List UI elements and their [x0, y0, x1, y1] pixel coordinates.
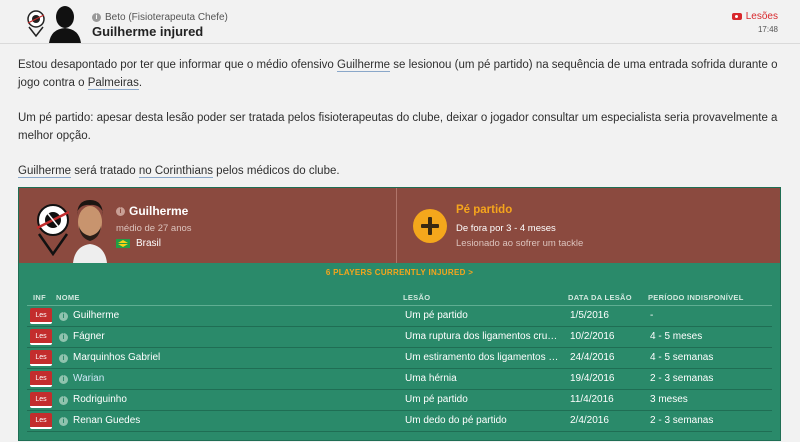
player-name-label[interactable]: Guilherme: [129, 204, 188, 218]
period-cell: 4 - 5 meses: [650, 331, 703, 342]
club-link[interactable]: no Corinthians: [138, 165, 213, 178]
injury-cell: Um pé partido: [405, 394, 468, 405]
medical-cross-icon: [413, 209, 447, 243]
date-cell: 2/4/2016: [570, 415, 609, 426]
message-paragraph-3: Guilherme será tratado no Corinthians pe…: [18, 162, 783, 180]
table-row[interactable]: Les i Rodriguinho Um pé partido 11/4/201…: [27, 390, 772, 411]
period-cell: 4 - 5 semanas: [650, 352, 714, 363]
injury-cell: Um dedo do pé partido: [405, 415, 507, 426]
sender-avatar: [49, 6, 81, 43]
message-header: i Beto (Fisioterapeuta Chefe) Guilherme i…: [0, 0, 800, 44]
injured-players-link[interactable]: 6 PLAYERS CURRENTLY INJURED >: [19, 268, 780, 277]
period-cell: 3 meses: [650, 394, 688, 405]
text: Estou desapontado por ter que informar q…: [18, 59, 338, 71]
injury-badge[interactable]: Les: [30, 371, 52, 387]
period-cell: 2 - 3 semanas: [650, 415, 714, 426]
brazil-flag-icon: [116, 239, 130, 248]
player-link[interactable]: Guilherme: [337, 59, 391, 72]
info-icon: i: [92, 12, 101, 22]
player-nationality: Brasil: [116, 238, 161, 249]
message-paragraph-1: Estou desapontado por ter que informar q…: [18, 56, 783, 92]
player-name-cell[interactable]: Renan Guedes: [73, 415, 393, 426]
table-row[interactable]: Les i Warian Uma hérnia 19/4/2016 2 - 3 …: [27, 369, 772, 390]
club-link[interactable]: Palmeiras: [87, 77, 139, 90]
injury-badge[interactable]: Les: [30, 329, 52, 345]
nationality-label: Brasil: [136, 238, 162, 249]
table-row[interactable]: Les i Fágner Uma ruptura dos ligamentos …: [27, 327, 772, 348]
info-icon[interactable]: i: [59, 375, 68, 384]
info-icon[interactable]: i: [59, 417, 68, 426]
divider: [396, 188, 397, 263]
column-header-data[interactable]: DATA DA LESÃO: [568, 293, 632, 302]
info-icon[interactable]: i: [59, 354, 68, 363]
table-row[interactable]: Les i Renan Guedes Um dedo do pé partido…: [27, 411, 772, 432]
period-cell: 2 - 3 semanas: [650, 373, 714, 384]
injury-badge[interactable]: Les: [30, 392, 52, 408]
info-icon[interactable]: i: [59, 333, 68, 342]
club-crest-icon: [27, 10, 45, 37]
message-subject: Guilherme injured: [92, 24, 204, 39]
info-icon[interactable]: i: [59, 396, 68, 405]
table-row[interactable]: Les i Marquinhos Gabriel Um estiramento …: [27, 348, 772, 369]
injury-cell: Um pé partido: [405, 310, 468, 321]
injury-cell: Uma hérnia: [405, 373, 457, 384]
injury-panel: i Guilherme médio de 27 anos Brasil Pé pa…: [18, 187, 781, 441]
player-name-cell[interactable]: Warian: [73, 373, 393, 384]
category-tag[interactable]: Lesões: [731, 11, 778, 22]
injury-badge[interactable]: Les: [30, 308, 52, 324]
tag-icon: [731, 13, 742, 20]
injury-cause: Lesionado ao sofrer um tackle: [456, 238, 584, 249]
sender-line[interactable]: i Beto (Fisioterapeuta Chefe): [92, 12, 228, 23]
date-cell: 11/4/2016: [570, 394, 614, 405]
player-name-cell[interactable]: Guilherme: [73, 310, 393, 321]
message-time: 17:48: [757, 25, 778, 34]
sender-name[interactable]: Beto (Fisioterapeuta Chefe): [105, 12, 228, 23]
player-name[interactable]: i Guilherme: [116, 204, 188, 218]
injury-cell: Uma ruptura dos ligamentos cruz...: [405, 331, 560, 342]
player-photo: [69, 196, 111, 263]
text: será tratado: [71, 165, 139, 177]
player-name-cell[interactable]: Marquinhos Gabriel: [73, 352, 393, 363]
injury-badge[interactable]: Les: [30, 413, 52, 429]
column-header-periodo[interactable]: PERÍODO INDISPONÍVEL: [648, 293, 744, 302]
player-description: médio de 27 anos: [116, 223, 192, 234]
info-icon[interactable]: i: [59, 312, 68, 321]
date-cell: 24/4/2016: [570, 352, 615, 363]
injury-title: Pé partido: [456, 204, 513, 216]
period-cell: -: [650, 310, 654, 321]
player-name-cell[interactable]: Fágner: [73, 331, 393, 342]
player-link[interactable]: Guilherme: [18, 165, 72, 178]
column-header-inf[interactable]: INF: [33, 293, 46, 302]
info-icon: i: [116, 207, 125, 217]
category-label: Lesões: [745, 11, 778, 22]
club-crest-icon: [36, 204, 70, 256]
date-cell: 19/4/2016: [570, 373, 615, 384]
column-header-lesao[interactable]: LESÃO: [403, 293, 430, 302]
injury-duration: De fora por 3 - 4 meses: [456, 223, 556, 234]
date-cell: 1/5/2016: [570, 310, 609, 321]
table-row[interactable]: Les i Guilherme Um pé partido 1/5/2016 -: [27, 306, 772, 327]
column-header-nome[interactable]: NOME: [56, 293, 80, 302]
injury-summary: i Guilherme médio de 27 anos Brasil Pé pa…: [19, 188, 780, 263]
injury-cell: Um estiramento dos ligamentos d...: [405, 352, 560, 363]
text: pelos médicos do clube.: [212, 165, 340, 177]
date-cell: 10/2/2016: [570, 331, 615, 342]
message-paragraph-2: Um pé partido: apesar desta lesão poder …: [18, 112, 778, 142]
injury-badge[interactable]: Les: [30, 350, 52, 366]
player-name-cell[interactable]: Rodriguinho: [73, 394, 393, 405]
text: .: [138, 77, 143, 89]
